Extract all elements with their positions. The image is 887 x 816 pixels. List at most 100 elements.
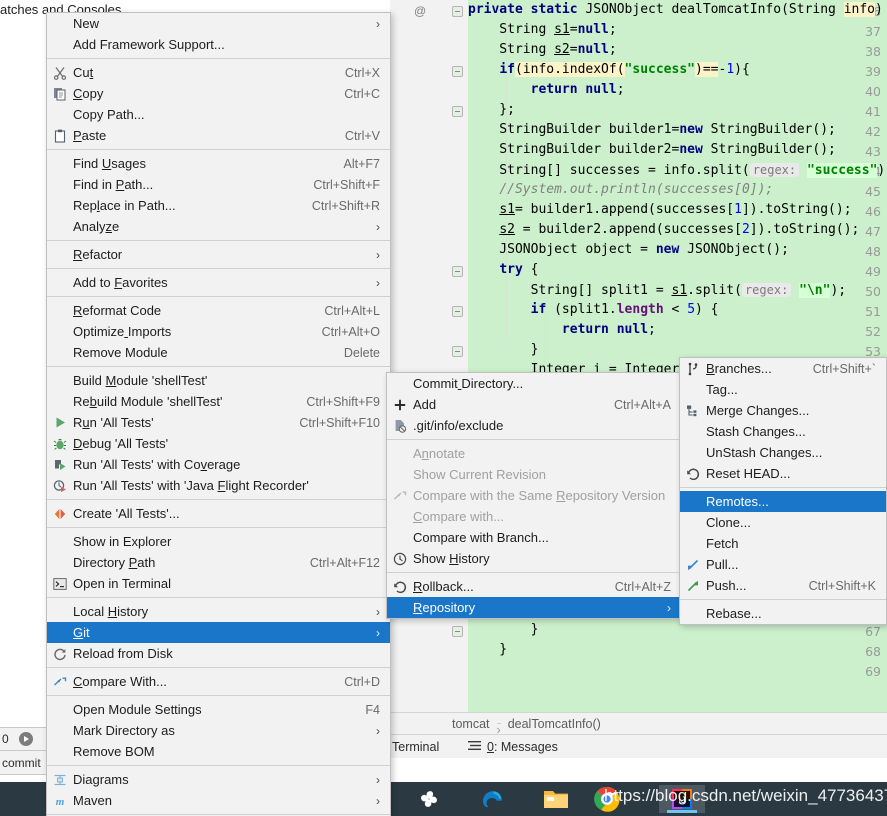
- git-menu-item[interactable]: .git/info/exclude: [387, 415, 681, 436]
- code-fold-icon[interactable]: [452, 346, 463, 357]
- context-menu-label: Copy: [73, 86, 104, 101]
- context-menu-item[interactable]: Build Module 'shellTest': [47, 370, 390, 391]
- git-menu-item[interactable]: Repository ›: [387, 597, 681, 618]
- context-menu-item[interactable]: New ›: [47, 13, 390, 34]
- file-explorer-icon[interactable]: [533, 785, 579, 813]
- repository-menu-item[interactable]: Push... Ctrl+Shift+K: [680, 575, 886, 596]
- context-menu-item[interactable]: Remove BOM: [47, 741, 390, 762]
- context-menu-item[interactable]: Replace in Path... Ctrl+Shift+R: [47, 195, 390, 216]
- repository-menu-item[interactable]: Reset HEAD...: [680, 463, 886, 484]
- context-menu-item[interactable]: Refactor ›: [47, 244, 390, 265]
- repository-menu-item[interactable]: Fetch: [680, 533, 886, 554]
- compare-icon: [391, 488, 409, 504]
- repository-menu-item[interactable]: Remotes...: [680, 491, 886, 512]
- git-submenu[interactable]: Commit Directory... Add Ctrl+Alt+A .git/inf…: [386, 372, 682, 619]
- git-menu-label: Show History: [413, 551, 490, 566]
- paste-icon: [51, 128, 69, 144]
- context-menu-item[interactable]: Cut Ctrl+X: [47, 62, 390, 83]
- chevron-right-icon: ›: [376, 604, 380, 619]
- git-menu-label: Commit Directory...: [413, 376, 524, 391]
- repository-menu-item[interactable]: Branches... Ctrl+Shift+`: [680, 358, 886, 379]
- breadcrumb[interactable]: tomcat › dealTomcatInfo(): [390, 712, 887, 737]
- status-messages-tab[interactable]: 0: Messages: [468, 740, 558, 754]
- git-menu-item[interactable]: Compare with Branch...: [387, 527, 681, 548]
- repository-menu-item[interactable]: Clone...: [680, 512, 886, 533]
- repository-menu-item[interactable]: Merge Changes...: [680, 400, 886, 421]
- code-fold-icon[interactable]: [452, 626, 463, 637]
- repository-menu-item[interactable]: Pull...: [680, 554, 886, 575]
- context-menu-item[interactable]: m Maven ›: [47, 790, 390, 811]
- context-menu-item[interactable]: Rebuild Module 'shellTest' Ctrl+Shift+F9: [47, 391, 390, 412]
- git-repository-submenu[interactable]: Branches... Ctrl+Shift+` Tag... Merge Chang…: [679, 357, 887, 625]
- context-menu-label: Local History: [73, 604, 149, 619]
- context-menu-item[interactable]: Paste Ctrl+V: [47, 125, 390, 146]
- code-fold-icon[interactable]: [452, 66, 463, 77]
- git-menu-item[interactable]: Commit Directory...: [387, 373, 681, 394]
- profiler-icon: [51, 478, 69, 494]
- repository-menu-item[interactable]: Rebase...: [680, 603, 886, 624]
- context-menu-label: Open Module Settings: [73, 702, 202, 717]
- context-menu-item[interactable]: Show in Explorer: [47, 531, 390, 552]
- context-menu-item[interactable]: Optimize Imports Ctrl+Alt+O: [47, 321, 390, 342]
- context-menu-item[interactable]: Copy Path...: [47, 104, 390, 125]
- context-menu-item[interactable]: Open Module Settings F4: [47, 699, 390, 720]
- repository-menu-item[interactable]: UnStash Changes...: [680, 442, 886, 463]
- run-toolwindow-fragment[interactable]: 0: [0, 727, 47, 751]
- coverage-icon: [51, 457, 69, 473]
- context-menu-label: Remove Module: [73, 345, 168, 360]
- repository-menu-accelerator: Ctrl+Shift+`: [812, 361, 876, 376]
- status-terminal-tab[interactable]: Terminal: [392, 740, 439, 754]
- edge-icon[interactable]: [470, 785, 516, 813]
- context-menu-item[interactable]: Copy Ctrl+C: [47, 83, 390, 104]
- git-menu-item[interactable]: Rollback... Ctrl+Alt+Z: [387, 576, 681, 597]
- play-icon[interactable]: [18, 732, 33, 746]
- messages-count: 0: [487, 739, 494, 754]
- context-menu-item[interactable]: Add to Favorites ›: [47, 272, 390, 293]
- repository-menu-label: Remotes...: [706, 494, 769, 509]
- chevron-right-icon: ›: [376, 247, 380, 262]
- commit-toolwindow-fragment[interactable]: commit: [0, 751, 47, 775]
- context-menu-item[interactable]: Open in Terminal: [47, 573, 390, 594]
- pinwheel-icon[interactable]: [406, 785, 452, 813]
- context-menu-item[interactable]: Diagrams ›: [47, 769, 390, 790]
- context-menu-item[interactable]: Debug 'All Tests': [47, 433, 390, 454]
- context-menu-item[interactable]: Reformat Code Ctrl+Alt+L: [47, 300, 390, 321]
- project-context-menu[interactable]: New › Add Framework Support... Cut Ctrl+X Cop…: [46, 12, 391, 816]
- context-menu-item[interactable]: Run 'All Tests' Ctrl+Shift+F10: [47, 412, 390, 433]
- context-menu-item[interactable]: Remove Module Delete: [47, 342, 390, 363]
- code-fold-icon[interactable]: [452, 266, 463, 277]
- git-menu-item[interactable]: Add Ctrl+Alt+A: [387, 394, 681, 415]
- repository-menu-label: Clone...: [706, 515, 751, 530]
- context-menu-item[interactable]: Find Usages Alt+F7: [47, 153, 390, 174]
- context-menu-item[interactable]: Find in Path... Ctrl+Shift+F: [47, 174, 390, 195]
- context-menu-item[interactable]: Run 'All Tests' with Coverage: [47, 454, 390, 475]
- context-menu-accelerator: Ctrl+Shift+F10: [299, 415, 380, 430]
- context-menu-item[interactable]: Local History ›: [47, 601, 390, 622]
- context-menu-item[interactable]: Analyze ›: [47, 216, 390, 237]
- chevron-right-icon: ›: [376, 16, 380, 31]
- menu-separator: [47, 527, 390, 528]
- context-menu-accelerator: Alt+F7: [343, 156, 380, 171]
- context-menu-item[interactable]: Add Framework Support...: [47, 34, 390, 55]
- code-fold-icon[interactable]: [452, 6, 463, 17]
- debug-icon: [51, 436, 69, 452]
- git-menu-item[interactable]: Show History: [387, 548, 681, 569]
- repository-menu-label: Fetch: [706, 536, 739, 551]
- context-menu-item[interactable]: Create 'All Tests'...: [47, 503, 390, 524]
- context-menu-item[interactable]: Directory Path Ctrl+Alt+F12: [47, 552, 390, 573]
- context-menu-accelerator: Ctrl+C: [344, 86, 380, 101]
- context-menu-item[interactable]: Git ›: [47, 622, 390, 643]
- breadcrumb-method[interactable]: dealTomcatInfo(): [508, 717, 601, 731]
- context-menu-item[interactable]: Reload from Disk: [47, 643, 390, 664]
- context-menu-item[interactable]: Mark Directory as ›: [47, 720, 390, 741]
- code-fold-icon[interactable]: [452, 306, 463, 317]
- context-menu-item[interactable]: Run 'All Tests' with 'Java Flight Record…: [47, 475, 390, 496]
- context-menu-accelerator: Ctrl+Alt+F12: [309, 555, 380, 570]
- context-menu-item[interactable]: Compare With... Ctrl+D: [47, 671, 390, 692]
- breadcrumb-class[interactable]: tomcat: [452, 717, 490, 731]
- repository-menu-item[interactable]: Tag...: [680, 379, 886, 400]
- repository-menu-item[interactable]: Stash Changes...: [680, 421, 886, 442]
- chevron-right-icon: ›: [667, 600, 671, 615]
- repository-menu-label: Branches...: [706, 361, 772, 376]
- code-fold-icon[interactable]: [452, 106, 463, 117]
